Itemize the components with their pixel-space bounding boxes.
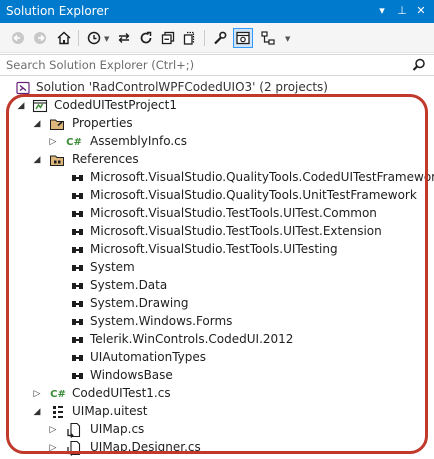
tree-item-uimap-designer[interactable]: ▷ UIMap.Designer.cs (0, 439, 434, 457)
expander-collapsed-icon[interactable]: ▷ (48, 425, 58, 435)
refresh-icon[interactable] (136, 28, 156, 48)
assembly-reference-icon (70, 278, 86, 294)
reference-label: Telerik.WinControls.CodedUI.2012 (90, 332, 294, 346)
collapse-all-icon[interactable] (158, 28, 178, 48)
tree-item-uimap[interactable]: ◢ UIMap.uitest (0, 403, 434, 421)
codeduitest1-label: CodedUITest1.cs (72, 386, 171, 400)
assembly-reference-icon (70, 188, 86, 204)
expander-expanded-icon[interactable]: ◢ (32, 407, 42, 417)
title-bar: Solution Explorer ▾ ⊥ ✕ (0, 0, 434, 23)
search-icon[interactable] (412, 58, 426, 75)
expander-collapsed-icon[interactable]: ▷ (48, 137, 58, 147)
reference-item[interactable]: System (0, 259, 434, 277)
show-all-files-icon[interactable] (180, 28, 200, 48)
reference-label: Microsoft.VisualStudio.TestTools.UITest.… (90, 206, 377, 220)
properties-icon[interactable] (210, 28, 230, 48)
reference-item[interactable]: System.Windows.Forms (0, 313, 434, 331)
csharp-file-icon: C# (50, 388, 66, 400)
properties-folder-icon (49, 116, 65, 132)
test-project-icon (32, 98, 48, 114)
tree-item-project[interactable]: ◢ CodedUITestProject1 (0, 97, 434, 115)
class-diagram-dropdown-icon[interactable]: ▼ (285, 35, 290, 43)
expander-collapsed-icon[interactable]: ▷ (32, 389, 42, 399)
solution-tree: Solution 'RadControlWPFCodedUIO3' (2 pro… (0, 77, 434, 459)
reference-label: UIAutomationTypes (90, 350, 207, 364)
references-label: References (72, 152, 139, 166)
assembly-reference-icon (70, 332, 86, 348)
reference-label: WindowsBase (90, 368, 173, 382)
assembly-reference-icon (70, 368, 86, 384)
uitest-file-icon (50, 404, 66, 420)
reference-label: System.Drawing (90, 296, 189, 310)
reference-item[interactable]: System.Data (0, 277, 434, 295)
reference-item[interactable]: Microsoft.VisualStudio.QualityTools.Unit… (0, 187, 434, 205)
tree-item-codeduitest1[interactable]: ▷ C# CodedUITest1.cs (0, 385, 434, 403)
preview-icon[interactable] (233, 28, 253, 48)
reference-label: Microsoft.VisualStudio.TestTools.UITesti… (90, 242, 338, 256)
reference-item[interactable]: Telerik.WinControls.CodedUI.2012 (0, 331, 434, 349)
linked-csharp-file-icon (66, 440, 82, 456)
sync-icon[interactable] (114, 28, 134, 48)
class-diagram-icon[interactable] (258, 28, 278, 48)
solution-label: Solution 'RadControlWPFCodedUIO3' (2 pro… (36, 80, 328, 94)
reference-item[interactable]: Microsoft.VisualStudio.TestTools.UITest.… (0, 205, 434, 223)
search-bar (0, 54, 434, 76)
uimap-designer-label: UIMap.Designer.cs (90, 440, 201, 454)
reference-label: System.Windows.Forms (90, 314, 233, 328)
reference-item[interactable]: Microsoft.VisualStudio.TestTools.UITest.… (0, 223, 434, 241)
toolbar: ▼ ▼ (0, 23, 434, 53)
tree-item-properties[interactable]: ◢ Properties (0, 115, 434, 133)
assembly-reference-icon (70, 296, 86, 312)
assembly-reference-icon (70, 260, 86, 276)
expander-collapsed-icon[interactable]: ▷ (48, 443, 58, 453)
reference-item[interactable]: Microsoft.VisualStudio.QualityTools.Code… (0, 169, 434, 187)
reference-label: System (90, 260, 135, 274)
reference-label: Microsoft.VisualStudio.TestTools.UITest.… (90, 224, 382, 238)
reference-item[interactable]: System.Drawing (0, 295, 434, 313)
tree-item-uimap-cs[interactable]: ▷ UIMap.cs (0, 421, 434, 439)
reference-label: Microsoft.VisualStudio.QualityTools.Code… (90, 170, 434, 184)
assembly-reference-icon (70, 242, 86, 258)
uimap-label: UIMap.uitest (72, 404, 148, 418)
reference-item[interactable]: UIAutomationTypes (0, 349, 434, 367)
assembly-reference-icon (70, 170, 86, 186)
back-icon[interactable] (8, 28, 28, 48)
tree-item-assemblyinfo[interactable]: ▷ C# AssemblyInfo.cs (0, 133, 434, 151)
expander-expanded-icon[interactable]: ◢ (32, 119, 42, 129)
linked-csharp-file-icon (66, 422, 82, 438)
solution-icon (15, 80, 31, 96)
references-folder-icon (49, 152, 65, 168)
tree-item-references[interactable]: ◢ References (0, 151, 434, 169)
expander-expanded-icon[interactable]: ◢ (32, 155, 42, 165)
reference-item[interactable]: Microsoft.VisualStudio.TestTools.UITesti… (0, 241, 434, 259)
reference-item[interactable]: WindowsBase (0, 367, 434, 385)
tree-item-solution[interactable]: Solution 'RadControlWPFCodedUIO3' (2 pro… (0, 79, 434, 97)
search-input[interactable] (6, 57, 402, 73)
csharp-file-icon: C# (66, 136, 82, 148)
reference-label: System.Data (90, 278, 168, 292)
reference-label: Microsoft.VisualStudio.QualityTools.Unit… (90, 188, 417, 202)
properties-label: Properties (72, 116, 133, 130)
window-title: Solution Explorer (6, 4, 109, 18)
assemblyinfo-label: AssemblyInfo.cs (90, 134, 188, 148)
pin-icon[interactable]: ⊥ (394, 3, 410, 19)
home-icon[interactable] (54, 28, 74, 48)
window-position-dropdown-icon[interactable]: ▾ (374, 3, 390, 19)
assembly-reference-icon (70, 224, 86, 240)
close-icon[interactable]: ✕ (413, 3, 429, 19)
assembly-reference-icon (70, 314, 86, 330)
history-dropdown-icon[interactable]: ▼ (104, 35, 109, 43)
expander-expanded-icon[interactable]: ◢ (16, 101, 26, 111)
assembly-reference-icon (70, 206, 86, 222)
project-label: CodedUITestProject1 (54, 98, 177, 112)
assembly-reference-icon (70, 350, 86, 366)
uimap-cs-label: UIMap.cs (90, 422, 145, 436)
history-icon[interactable] (84, 28, 104, 48)
forward-icon[interactable] (30, 28, 50, 48)
